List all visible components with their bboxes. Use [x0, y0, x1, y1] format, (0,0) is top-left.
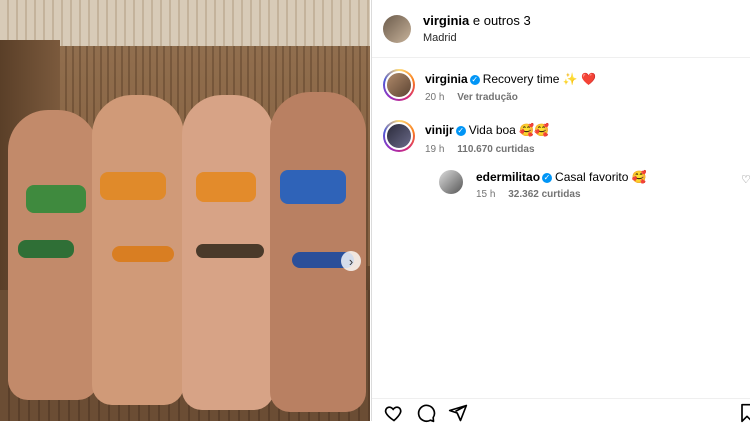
avatar[interactable] — [383, 15, 411, 43]
post-header: virginia e outros 3 Madrid — [372, 0, 750, 58]
comment-text: Recovery time ✨ ❤️ — [482, 72, 596, 86]
comment-line: vinijr ✓ Vida boa 🥰🥰 — [425, 123, 549, 137]
comment-username[interactable]: virginia — [425, 72, 468, 86]
reply-likes[interactable]: 32.362 curtidas — [508, 189, 580, 200]
heart-icon[interactable] — [384, 403, 404, 423]
heart-icon[interactable]: ♡ — [741, 173, 750, 186]
post-image[interactable]: › — [0, 0, 370, 421]
reply-time[interactable]: 15 h — [476, 189, 495, 200]
coauthors-text[interactable]: e outros 3 — [473, 13, 531, 28]
reply-line: edermilitao ✓ Casal favorito 🥰 — [476, 170, 647, 184]
verified-icon: ✓ — [469, 74, 480, 85]
see-translation-link[interactable]: Ver tradução — [457, 92, 518, 103]
bikini-top-3 — [196, 172, 256, 202]
comment-line: virginia ✓ Recovery time ✨ ❤️ — [425, 72, 596, 86]
bikini-bottom-2 — [112, 246, 174, 262]
post-authors[interactable]: virginia e outros 3 — [423, 13, 531, 28]
comment-text: Vida boa 🥰🥰 — [468, 123, 550, 137]
post-location[interactable]: Madrid — [423, 32, 457, 44]
bikini-bottom-3 — [196, 244, 264, 258]
verified-icon: ✓ — [542, 172, 553, 183]
bikini-top-4 — [280, 170, 346, 204]
reply-avatar[interactable] — [439, 170, 463, 194]
verified-icon: ✓ — [455, 125, 466, 136]
comment-meta: 19 h 110.670 curtidas — [425, 144, 545, 155]
bikini-bottom-1 — [18, 240, 74, 258]
avatar — [385, 71, 413, 99]
chevron-right-icon: › — [348, 253, 354, 269]
post-panel: virginia e outros 3 Madrid virginia ✓ Reco… — [371, 0, 750, 423]
comment-username[interactable]: vinijr — [425, 123, 454, 137]
comment-likes[interactable]: 110.670 curtidas — [457, 144, 534, 155]
next-image-button[interactable]: › — [341, 251, 361, 271]
bookmark-icon[interactable] — [740, 403, 750, 423]
reply-username[interactable]: edermilitao — [476, 170, 540, 184]
comment-avatar-vinijr[interactable] — [383, 120, 415, 152]
comment-time[interactable]: 20 h — [425, 92, 444, 103]
comment-meta: 20 h Ver tradução — [425, 92, 528, 103]
post-actions — [372, 398, 750, 423]
bikini-top-2 — [100, 172, 166, 200]
reply-meta: 15 h 32.362 curtidas — [476, 189, 591, 200]
avatar — [385, 122, 413, 150]
reply-text: Casal favorito 🥰 — [555, 170, 647, 184]
bikini-top-1 — [26, 185, 86, 213]
comment-avatar-virginia[interactable] — [383, 69, 415, 101]
author-username[interactable]: virginia — [423, 13, 469, 28]
comment-icon[interactable] — [416, 403, 436, 423]
send-icon[interactable] — [448, 403, 468, 423]
comment-time[interactable]: 19 h — [425, 144, 444, 155]
